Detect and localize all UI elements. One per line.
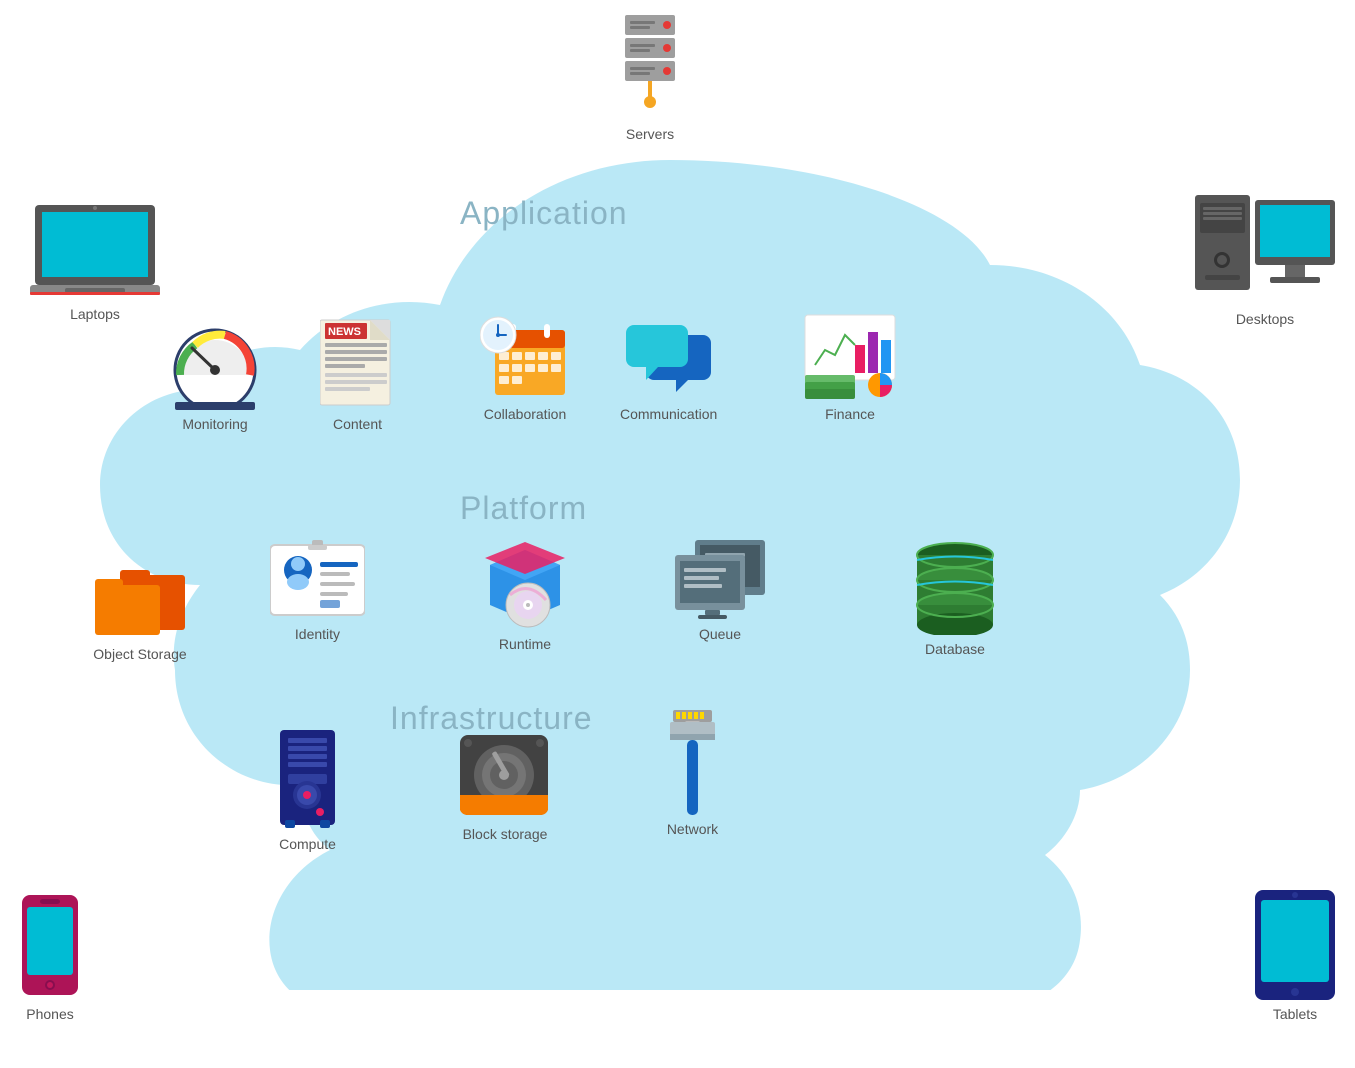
servers-item: Servers xyxy=(615,10,685,142)
communication-label: Communication xyxy=(620,406,717,422)
tablets-item: Tablets xyxy=(1255,890,1335,1022)
collaboration-item: Collaboration xyxy=(480,310,570,422)
runtime-item: Runtime xyxy=(480,530,570,652)
finance-label: Finance xyxy=(825,406,875,422)
collaboration-label: Collaboration xyxy=(484,406,567,422)
object-storage-label: Object Storage xyxy=(93,646,186,662)
block-storage-label: Block storage xyxy=(463,826,548,842)
phones-item: Phones xyxy=(20,895,80,1022)
compute-item: Compute xyxy=(270,730,345,852)
finance-icon xyxy=(800,310,900,400)
communication-icon xyxy=(621,320,716,400)
svg-text:NEWS: NEWS xyxy=(328,326,361,338)
queue-item: Queue xyxy=(670,535,770,642)
monitoring-item: Monitoring xyxy=(170,320,260,432)
desktops-item: Desktops xyxy=(1195,195,1335,327)
compute-icon xyxy=(270,730,345,830)
servers-icon xyxy=(615,10,685,120)
database-label: Database xyxy=(925,641,985,657)
queue-label: Queue xyxy=(699,626,741,642)
phones-label: Phones xyxy=(26,1006,73,1022)
laptops-icon xyxy=(30,205,160,300)
object-storage-item: Object Storage xyxy=(90,560,190,662)
compute-label: Compute xyxy=(279,836,336,852)
identity-label: Identity xyxy=(295,626,340,642)
monitoring-label: Monitoring xyxy=(182,416,247,432)
content-label: Content xyxy=(333,416,382,432)
desktops-icon xyxy=(1195,195,1335,305)
communication-item: Communication xyxy=(620,320,717,422)
object-storage-icon xyxy=(90,560,190,640)
queue-icon xyxy=(670,535,770,620)
database-icon xyxy=(910,535,1000,635)
collaboration-icon xyxy=(480,310,570,400)
application-title: Application xyxy=(460,195,628,232)
runtime-icon xyxy=(480,530,570,630)
content-icon: NEWS xyxy=(320,315,395,410)
block-storage-icon xyxy=(460,730,550,820)
desktops-label: Desktops xyxy=(1236,311,1294,327)
phones-icon xyxy=(20,895,80,1000)
network-label: Network xyxy=(667,821,718,837)
finance-item: Finance xyxy=(800,310,900,422)
tablets-icon xyxy=(1255,890,1335,1000)
block-storage-item: Block storage xyxy=(460,730,550,842)
monitoring-icon xyxy=(170,320,260,410)
laptops-label: Laptops xyxy=(70,306,120,322)
network-icon xyxy=(665,710,720,815)
runtime-label: Runtime xyxy=(499,636,551,652)
identity-item: Identity xyxy=(270,540,365,642)
content-item: NEWS Content xyxy=(320,315,395,432)
platform-title: Platform xyxy=(460,490,587,527)
network-item: Network xyxy=(665,710,720,837)
identity-icon xyxy=(270,540,365,620)
database-item: Database xyxy=(910,535,1000,657)
tablets-label: Tablets xyxy=(1273,1006,1317,1022)
laptops-item: Laptops xyxy=(30,205,160,322)
